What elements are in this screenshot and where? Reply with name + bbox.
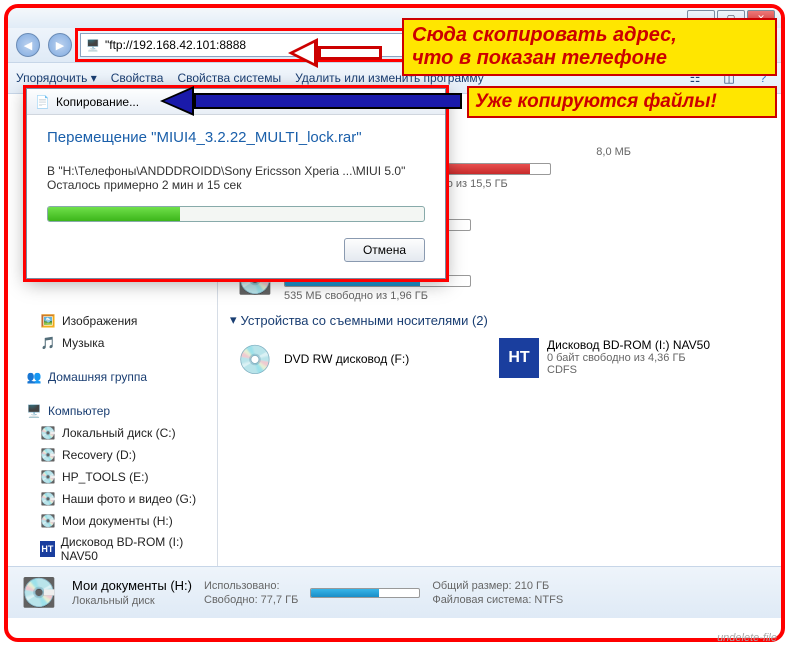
drive-name: Дисковод BD-ROM (I:) NAV50 xyxy=(547,338,736,352)
sidebar-item-docs[interactable]: 💽 Мои документы (H:) xyxy=(8,510,217,532)
drive-fs-text: CDFS xyxy=(547,364,736,376)
drive-icon: 💽 xyxy=(40,513,56,529)
drive-bdrom[interactable]: HT Дисковод BD-ROM (I:) NAV50 0 байт сво… xyxy=(495,334,740,384)
system-properties-button[interactable]: Свойства системы xyxy=(177,71,281,85)
status-free-label: Свободно: 77,7 ГБ xyxy=(204,594,298,606)
annotation-blue-arrow xyxy=(160,86,462,116)
drive-icon: 💽 xyxy=(40,447,56,463)
copy-dialog: 📄 Копирование... Перемещение "MIUI4_3.2.… xyxy=(26,88,446,279)
nav-forward-button[interactable]: ▶ xyxy=(48,33,72,57)
sidebar-label: Локальный диск (C:) xyxy=(62,426,176,440)
drive-icon: 💽 xyxy=(40,425,56,441)
drive-name: DVD RW дисковод (F:) xyxy=(284,352,471,366)
annotation-yellow-box-2: Уже копируются файлы! xyxy=(467,86,777,118)
watermark: undelete-file xyxy=(717,632,777,644)
sidebar-item-local-c[interactable]: 💽 Локальный диск (C:) xyxy=(8,422,217,444)
copy-icon: 📄 xyxy=(35,95,50,109)
sidebar-label: Мои документы (H:) xyxy=(62,514,173,528)
hdd-icon: 💽 xyxy=(18,572,60,614)
sidebar-label: Дисковод BD-ROM (I:) NAV50 xyxy=(61,535,211,563)
computer-icon: 🖥️ xyxy=(85,37,101,53)
chevron-down-icon: ▾ xyxy=(230,312,237,328)
sidebar-label: Музыка xyxy=(62,336,104,350)
drive-dvdrw[interactable]: 💿 DVD RW дисковод (F:) xyxy=(230,334,475,384)
sidebar-item-bdrom[interactable]: HT Дисковод BD-ROM (I:) NAV50 xyxy=(8,532,217,566)
copy-destination-path: В "H:\Телефоны\ANDDDROIDD\Sony Ericsson … xyxy=(47,164,425,178)
sidebar-label: Наши фото и видео (G:) xyxy=(62,492,196,506)
music-icon: 🎵 xyxy=(40,335,56,351)
images-icon: 🖼️ xyxy=(40,313,56,329)
copy-title-text: Копирование... xyxy=(56,95,139,109)
drive-icon: 💽 xyxy=(40,491,56,507)
drive-free-text: 0 байт свободно из 4,36 ГБ xyxy=(547,352,736,364)
annotation-text: Уже копируются файлы! xyxy=(475,91,769,113)
sidebar-item-recovery[interactable]: 💽 Recovery (D:) xyxy=(8,444,217,466)
drive-icon: 💽 xyxy=(40,469,56,485)
computer-icon: 🖥️ xyxy=(26,403,42,419)
sidebar-item-music[interactable]: 🎵 Музыка xyxy=(8,332,217,354)
bdrom-icon: HT xyxy=(499,338,539,378)
sidebar-label: Компьютер xyxy=(48,404,110,418)
sidebar-label: Recovery (D:) xyxy=(62,448,136,462)
status-total-label: Общий размер: 210 ГБ xyxy=(432,580,563,592)
status-capacity-bar xyxy=(310,588,420,598)
annotation-text: Сюда скопировать адрес, xyxy=(412,24,767,47)
section-label: Устройства со съемными носителями (2) xyxy=(241,313,488,328)
status-bar: 💽 Мои документы (H:) Локальный диск Испо… xyxy=(8,566,781,618)
status-used-label: Использовано: xyxy=(204,580,280,592)
copy-time-remaining: Осталось примерно 2 мин и 15 сек xyxy=(47,178,425,192)
sidebar-item-homegroup[interactable]: 👥 Домашняя группа xyxy=(8,366,217,388)
sidebar-label: HP_TOOLS (E:) xyxy=(62,470,148,484)
nav-back-button[interactable]: ◀ xyxy=(16,33,40,57)
copy-heading: Перемещение "MIUI4_3.2.22_MULTI_lock.rar… xyxy=(47,129,425,146)
bdrom-icon: HT xyxy=(40,541,55,557)
status-drive-title: Мои документы (H:) xyxy=(72,578,192,593)
drive-partial2[interactable]: 8,0 МБ xyxy=(575,142,635,194)
properties-button[interactable]: Свойства xyxy=(111,71,164,85)
annotation-yellow-box-1: Сюда скопировать адрес, что в показан те… xyxy=(402,18,777,76)
status-drive-type: Локальный диск xyxy=(72,595,192,607)
sidebar-label: Изображения xyxy=(62,314,137,328)
sidebar-item-images[interactable]: 🖼️ Изображения xyxy=(8,310,217,332)
sidebar-item-hptools[interactable]: 💽 HP_TOOLS (E:) xyxy=(8,466,217,488)
annotation-text: что в показан телефоне xyxy=(412,47,767,70)
drive-free-text: 535 МБ свободно из 1,96 ГБ xyxy=(284,290,471,302)
cancel-button[interactable]: Отмена xyxy=(344,238,425,262)
copy-progress-bar xyxy=(47,206,425,222)
annotation-red-arrow xyxy=(288,38,382,68)
organize-menu[interactable]: Упорядочить ▾ xyxy=(16,71,97,85)
sidebar-item-photos[interactable]: 💽 Наши фото и видео (G:) xyxy=(8,488,217,510)
homegroup-icon: 👥 xyxy=(26,369,42,385)
section-removable-header[interactable]: ▾ Устройства со съемными носителями (2) xyxy=(230,306,769,334)
status-fs-label: Файловая система: NTFS xyxy=(432,594,563,606)
dvd-icon: 💿 xyxy=(234,338,276,380)
sidebar-item-computer[interactable]: 🖥️ Компьютер xyxy=(8,400,217,422)
drive-free-text: 8,0 МБ xyxy=(579,146,631,158)
sidebar-label: Домашняя группа xyxy=(48,370,147,384)
